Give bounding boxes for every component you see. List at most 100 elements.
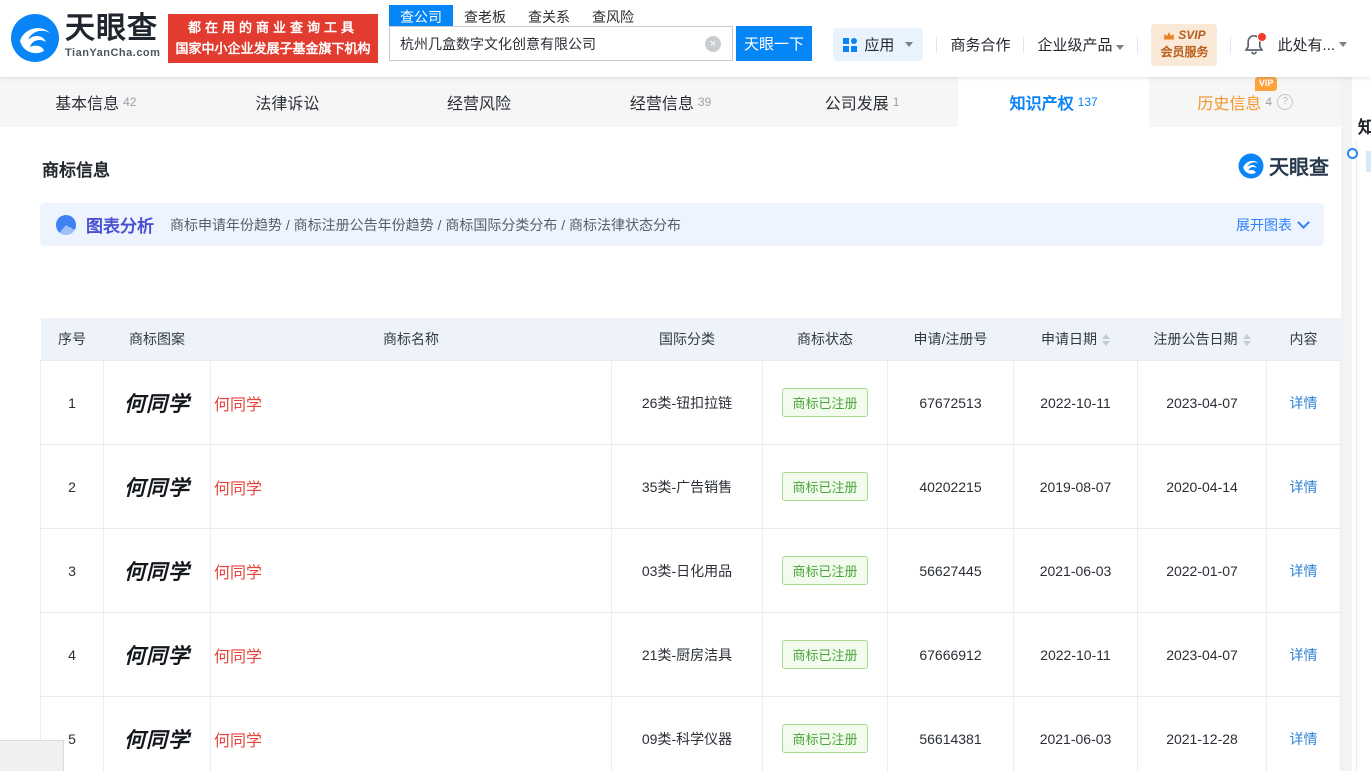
notification-bell[interactable] (1244, 31, 1268, 56)
slogan-line2: 国家中小企业发展子基金旗下机构 (175, 40, 371, 56)
trademark-image[interactable]: 何同学 (124, 477, 190, 500)
apply-date-cell: 2019-08-07 (1013, 444, 1138, 529)
brand-name: 天眼查 (65, 12, 158, 45)
trademark-section: 商标信息 天眼查 图表分析 商标申请年份趋势 / 商标注册公告年份趋势 / 商标… (0, 127, 1341, 771)
reg-no-cell: 67666912 (887, 612, 1014, 697)
reg-no-cell: 40202215 (887, 444, 1014, 529)
search-button[interactable]: 天眼一下 (736, 26, 812, 61)
table-header: 序号 商标图案 商标名称 国际分类 商标状态 申请/注册号 申请日期 注册公告日… (40, 318, 1341, 361)
enterprise-product-link[interactable]: 企业级产品 (1037, 34, 1125, 55)
tab-intellectual-property[interactable]: 知识产权 137 (957, 77, 1150, 127)
anchor-rail-line (1356, 140, 1357, 771)
header-name: 商标名称 (210, 318, 612, 361)
apps-menu[interactable]: 应用 (833, 28, 924, 62)
header-apply-date[interactable]: 申请日期 (1013, 318, 1138, 361)
svip-member-button[interactable]: SVIP 会员服务 (1151, 24, 1218, 66)
detail-link[interactable]: 详情 (1290, 647, 1318, 663)
detail-link[interactable]: 详情 (1290, 731, 1318, 747)
browser-status-bubble (0, 740, 64, 771)
reg-no-cell: 67672513 (887, 360, 1014, 445)
trademark-table: 序号 商标图案 商标名称 国际分类 商标状态 申请/注册号 申请日期 注册公告日… (40, 318, 1341, 771)
pie-chart-icon (56, 214, 76, 235)
tab-operation-risk[interactable]: 经营风险 (383, 77, 575, 127)
right-gutter (1341, 77, 1352, 771)
header-publish-date[interactable]: 注册公告日期 (1137, 318, 1267, 361)
user-menu[interactable]: 此处有... (1277, 34, 1347, 55)
reg-no-cell: 56627445 (887, 528, 1014, 613)
brand-text: 天眼查 TianYanCha.com (65, 12, 161, 60)
trademark-name: 何同学 (214, 732, 263, 750)
trademark-image[interactable]: 何同学 (124, 729, 190, 752)
apply-date-cell: 2021-06-03 (1013, 528, 1138, 613)
header-content: 内容 (1266, 318, 1341, 361)
status-badge: 商标已注册 (782, 724, 868, 753)
anchor-dot-icon[interactable] (1347, 148, 1358, 159)
apps-grid-icon (843, 37, 858, 52)
company-section-tabs: 基本信息 42 法律诉讼 经营风险 经营信息 39 公司发展 1 知识产权 137 历史… (0, 77, 1341, 127)
top-bar-right: 应用 商务合作 企业级产品 SVIP 会员服务 此处有... (833, 24, 1347, 66)
chart-analysis-banner: 图表分析 商标申请年份趋势 / 商标注册公告年份趋势 / 商标国际分类分布 / … (40, 203, 1324, 246)
row-index: 4 (40, 612, 104, 697)
expand-charts-link[interactable]: 展开图表 (1236, 215, 1310, 235)
intl-class-cell: 09类-科学仪器 (611, 696, 763, 771)
slogan-line1: 都在用的商业查询工具 (187, 20, 358, 36)
header-status: 商标状态 (762, 318, 888, 361)
intl-class-cell: 35类-广告销售 (611, 444, 763, 529)
tab-company-development[interactable]: 公司发展 1 (766, 77, 958, 127)
question-icon[interactable] (1277, 94, 1294, 110)
tianyancha-logo-icon (1238, 153, 1264, 178)
svip-sub-label: 会员服务 (1160, 45, 1209, 59)
trademark-image[interactable]: 何同学 (124, 561, 190, 584)
trademark-image[interactable]: 何同学 (124, 393, 190, 416)
publish-date-cell: 2022-01-07 (1137, 528, 1267, 613)
table-row: 2 何同学 何同学 35类-广告销售 商标已注册 40202215 2019-0… (40, 444, 1341, 529)
table-row: 3 何同学 何同学 03类-日化用品 商标已注册 56627445 2021-0… (40, 528, 1341, 613)
intl-class-cell: 26类-钮扣拉链 (611, 360, 763, 445)
publish-date-cell: 2023-04-07 (1137, 360, 1267, 445)
apply-date-cell: 2021-06-03 (1013, 696, 1138, 771)
row-index: 3 (40, 528, 104, 613)
status-badge: 商标已注册 (782, 472, 868, 501)
tab-count: 1 (892, 95, 900, 109)
sort-icon[interactable] (1102, 334, 1110, 347)
apps-label: 应用 (864, 37, 895, 55)
status-badge: 商标已注册 (782, 556, 868, 585)
table-row: 1 何同学 何同学 26类-钮扣拉链 商标已注册 67672513 2022-1… (40, 360, 1341, 445)
tab-operation-info[interactable]: 经营信息 39 (575, 77, 767, 127)
anchor-nav-label[interactable]: 知 (1358, 113, 1371, 138)
detail-link[interactable]: 详情 (1290, 395, 1318, 411)
trademark-image[interactable]: 何同学 (124, 645, 190, 668)
trademark-table-body: 1 何同学 何同学 26类-钮扣拉链 商标已注册 67672513 2022-1… (40, 360, 1341, 771)
table-row: 5 何同学 何同学 09类-科学仪器 商标已注册 56614381 2021-0… (40, 696, 1341, 771)
biz-cooperation-link[interactable]: 商务合作 (950, 34, 1010, 55)
caret-down-icon (1339, 42, 1347, 48)
tab-count: 137 (1077, 95, 1098, 109)
page: 天眼查 TianYanCha.com 都在用的商业查询工具 国家中小企业发展子基… (0, 0, 1371, 771)
crown-icon (1164, 31, 1175, 39)
row-index: 1 (40, 360, 104, 445)
notification-dot (1257, 31, 1268, 42)
clear-icon[interactable] (705, 36, 721, 52)
brand-domain: TianYanCha.com (65, 47, 161, 59)
tianyancha-watermark: 天眼查 (1238, 151, 1329, 180)
sort-icon[interactable] (1242, 334, 1251, 347)
tab-history-info[interactable]: 历史信息 VIP 4 (1149, 77, 1341, 127)
svip-label: SVIP (1178, 28, 1206, 42)
chart-analysis-items: 商标申请年份趋势 / 商标注册公告年份趋势 / 商标国际分类分布 / 商标法律状… (170, 216, 682, 233)
caret-down-icon (1116, 45, 1125, 51)
tab-legal-litigation[interactable]: 法律诉讼 (192, 77, 384, 127)
main-search: 天眼一下 (389, 26, 812, 61)
company-search-input[interactable] (389, 26, 733, 61)
tianyancha-logo[interactable]: 天眼查 TianYanCha.com (10, 13, 160, 63)
trademark-name: 何同学 (214, 480, 263, 498)
section-title: 商标信息 (42, 161, 110, 180)
tab-basic-info[interactable]: 基本信息 42 (0, 77, 192, 127)
publish-date-cell: 2020-04-14 (1137, 444, 1267, 529)
apply-date-cell: 2022-10-11 (1013, 612, 1138, 697)
detail-link[interactable]: 详情 (1290, 479, 1318, 495)
publish-date-cell: 2023-04-07 (1137, 612, 1267, 697)
anchor-highlight (1366, 151, 1371, 172)
intl-class-cell: 21类-厨房洁具 (611, 612, 763, 697)
detail-link[interactable]: 详情 (1290, 563, 1318, 579)
divider (1023, 36, 1025, 53)
